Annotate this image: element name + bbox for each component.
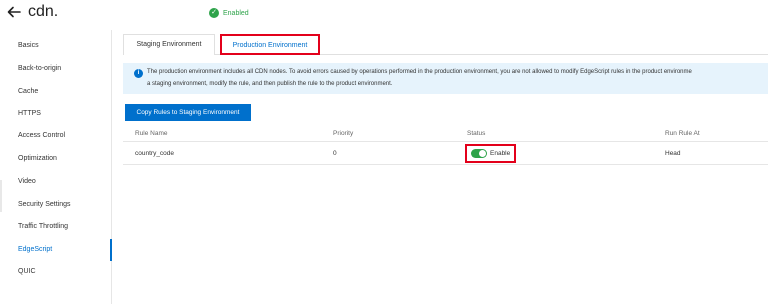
toggle-knob xyxy=(479,150,486,157)
page-title: cdn. xyxy=(28,3,59,20)
run-rule-at-cell: Head xyxy=(665,150,681,157)
status-cell: Enable xyxy=(465,144,516,163)
sidebar-item-access-control[interactable]: Access Control xyxy=(18,132,65,139)
notice-line-2: a staging environment, modify the rule, … xyxy=(147,81,393,87)
column-header-rule-name: Rule Name xyxy=(135,130,168,137)
sidebar-item-traffic-throttling[interactable]: Traffic Throttling xyxy=(18,223,68,230)
info-icon: i xyxy=(134,69,143,78)
tab-production-environment[interactable]: Production Environment xyxy=(220,34,320,55)
environment-tabs: Staging Environment Production Environme… xyxy=(123,34,768,55)
sidebar-item-back-to-origin[interactable]: Back-to-origin xyxy=(18,65,61,72)
info-notice: i The production environment includes al… xyxy=(123,63,768,94)
table-row: country_code 0 Enable Head xyxy=(123,143,768,165)
status-label: Enable xyxy=(490,150,511,157)
copy-to-staging-button[interactable]: Copy Rules to Staging Environment xyxy=(125,104,251,121)
priority-cell: 0 xyxy=(333,150,337,157)
check-circle-icon: ✓ xyxy=(209,8,219,18)
sidebar-item-security-settings[interactable]: Security Settings xyxy=(18,201,71,208)
tab-staging-environment[interactable]: Staging Environment xyxy=(123,34,215,55)
status-text: Enabled xyxy=(223,9,249,17)
rule-name-cell: country_code xyxy=(135,150,175,157)
sidebar-item-https[interactable]: HTTPS xyxy=(18,110,41,117)
column-header-priority: Priority xyxy=(333,130,354,137)
sidebar-item-quic[interactable]: QUIC xyxy=(18,268,36,275)
status-toggle[interactable] xyxy=(471,149,487,158)
sidebar-item-video[interactable]: Video xyxy=(18,178,36,185)
notice-line-1: The production environment includes all … xyxy=(147,69,692,75)
column-header-status: Status xyxy=(467,130,486,137)
top-bar: cdn. ✓ Enabled xyxy=(0,0,768,30)
status-indicator: ✓ Enabled xyxy=(209,8,249,18)
arrow-left-icon[interactable] xyxy=(6,4,22,20)
sidebar-item-edgescript[interactable]: EdgeScript xyxy=(18,246,52,253)
sidebar: Basics Back-to-origin Cache HTTPS Access… xyxy=(0,30,112,304)
sidebar-active-indicator xyxy=(110,239,112,261)
sidebar-item-optimization[interactable]: Optimization xyxy=(18,155,57,162)
sidebar-item-basics[interactable]: Basics xyxy=(18,42,39,49)
column-header-run-rule-at: Run Rule At xyxy=(665,130,700,137)
sidebar-item-cache[interactable]: Cache xyxy=(18,88,38,95)
table-header: Rule Name Priority Status Run Rule At xyxy=(123,126,768,142)
sidebar-marker xyxy=(0,180,2,212)
